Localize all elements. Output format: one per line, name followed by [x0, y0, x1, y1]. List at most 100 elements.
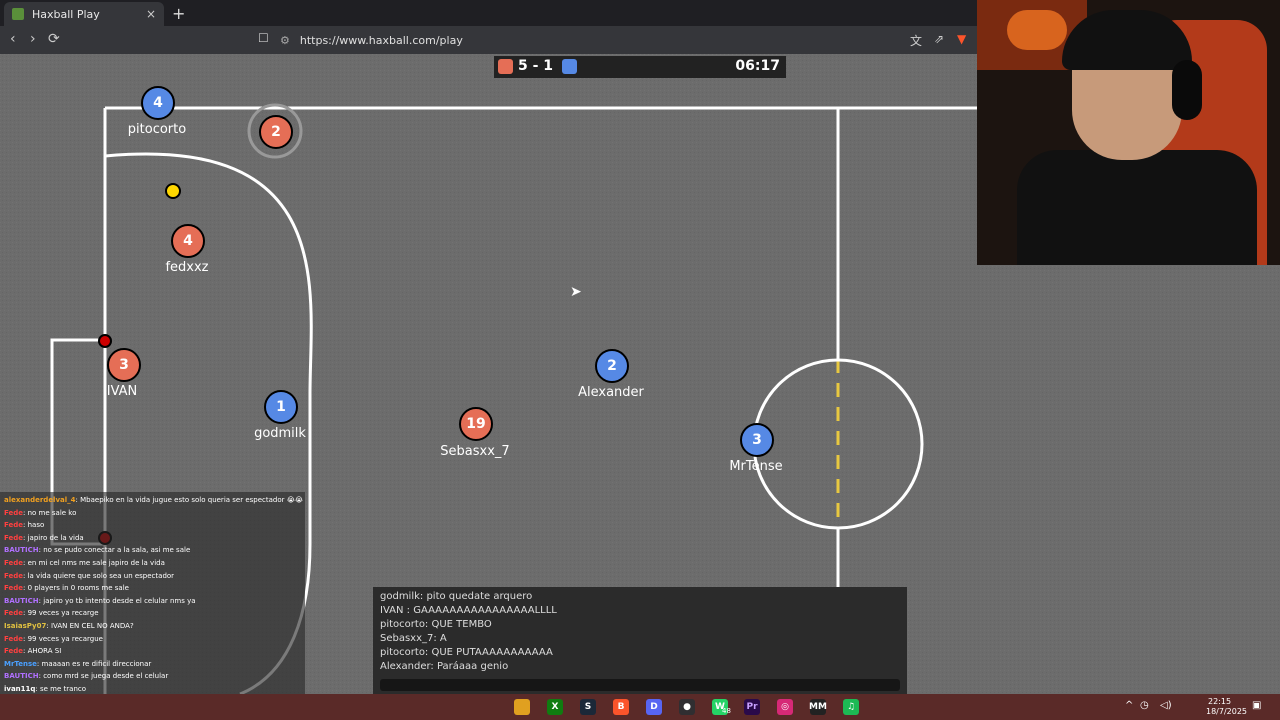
new-tab-button[interactable]: +	[172, 4, 185, 23]
chat-text: : se me tranco	[35, 685, 87, 693]
tray-chevron-icon[interactable]: ^	[1125, 700, 1133, 711]
blue-team-icon	[562, 59, 577, 74]
url-text: https://www.haxball.com/play	[299, 33, 463, 47]
stream-chat-message: Fede: haso	[4, 521, 44, 529]
chat-username: Fede	[4, 584, 24, 593]
bookmark-icon[interactable]: ☐	[258, 31, 269, 45]
stream-chat-message: Fede: AHORA SI	[4, 647, 61, 655]
stream-chat-message: Fede: 99 veces ya recarge	[4, 609, 99, 617]
taskbar: X S B D ● W 48 Pr ◎ MM ♫ ^ ◷ ◁) 22:15 18…	[0, 694, 1280, 720]
streamer-torso-image	[1017, 150, 1257, 265]
stream-chat-message: BAUTICH: japiro yo tb intento desde el c…	[4, 597, 196, 605]
chat-text: : AHORA SI	[23, 647, 62, 656]
instagram-icon[interactable]: ◎	[777, 699, 793, 715]
chat-username: BAUTICH	[4, 596, 39, 605]
chat-username: Fede	[4, 508, 24, 517]
stream-chat-message: Fede: la vida quiere que solo sea un esp…	[4, 572, 174, 580]
network-icon[interactable]: ◷	[1140, 700, 1149, 711]
stream-chat-message: BAUTICH: como mrd se juega desde el celu…	[4, 672, 168, 680]
volume-icon[interactable]: ◁)	[1160, 700, 1172, 711]
chat-text: : no me sale ko	[23, 508, 77, 517]
chat-message: godmilk: pito quedate arquero	[380, 591, 533, 602]
chat-username: ivan11q	[4, 685, 36, 693]
tab-title: Haxball Play	[32, 7, 100, 21]
whatsapp-badge: 48	[722, 707, 731, 715]
chat-input[interactable]	[380, 679, 900, 691]
share-icon[interactable]: ⇗	[934, 32, 944, 46]
chat-text: : 99 veces ya recargue	[23, 634, 103, 643]
tab-haxball[interactable]: Haxball Play ×	[4, 2, 164, 26]
goal-post	[98, 334, 112, 348]
chat-username: Fede	[4, 571, 24, 580]
game-chat-panel: godmilk: pito quedate arquero IVAN : GAA…	[373, 587, 907, 694]
steam-icon[interactable]: S	[580, 699, 596, 715]
chat-username: Fede	[4, 609, 24, 618]
player-sebasxx: 19	[459, 407, 493, 441]
brave-shield-icon[interactable]: ▼	[957, 32, 966, 46]
player-name: IVAN	[106, 384, 138, 399]
chat-username: Fede	[4, 533, 24, 542]
forward-button[interactable]: ›	[30, 31, 36, 47]
chat-text: : 99 veces ya recarge	[23, 609, 99, 618]
player-name: fedxxz	[165, 260, 209, 275]
mouse-cursor-icon: ➤	[570, 284, 582, 300]
clock[interactable]: 22:15	[1208, 697, 1231, 706]
player-mrtense: 3	[740, 423, 774, 457]
brave-icon[interactable]: B	[613, 699, 629, 715]
chat-username: BAUTICH	[4, 672, 39, 681]
mm-icon[interactable]: MM	[809, 699, 827, 715]
stream-chat-message: Fede: japiro de la vida	[4, 534, 84, 542]
ball	[165, 183, 181, 199]
player-name: MrTense	[729, 459, 783, 474]
chat-text: : la vida quiere que solo sea un especta…	[23, 571, 175, 580]
player-name: Alexander	[578, 385, 644, 400]
player-alexander: 2	[595, 349, 629, 383]
chat-username: Fede	[4, 647, 24, 656]
chat-username: IsaiasPy07	[4, 622, 47, 630]
notifications-icon[interactable]: ▣	[1252, 700, 1261, 711]
red-team-icon	[498, 59, 513, 74]
player-ivan: 3	[107, 348, 141, 382]
chat-username: BAUTICH	[4, 546, 39, 555]
file-explorer-icon[interactable]	[514, 699, 530, 715]
date[interactable]: 18/7/2025	[1206, 707, 1247, 716]
translate-icon[interactable]: 文	[910, 32, 922, 49]
chat-message: Alexander: Paráaaa genio	[380, 661, 509, 672]
chat-message: pitocorto: QUE TEMBO	[380, 619, 492, 630]
chat-text: : 0 players in 0 rooms me sale	[23, 584, 129, 593]
chat-message: Sebasxx_7: A	[380, 633, 447, 644]
stream-chat-message: alexanderdelval_4: Mbaepiko en la vida j…	[4, 496, 303, 504]
reload-button[interactable]: ⟳	[48, 31, 60, 47]
stream-chat-message: ivan11q: se me tranco	[4, 685, 86, 693]
discord-icon[interactable]: D	[646, 699, 662, 715]
stream-chat-message: Fede: en mi cel nms me sale japiro de la…	[4, 559, 165, 567]
chat-message: IVAN : GAAAAAAAAAAAAAAAALLLL	[380, 605, 557, 616]
player-red-2: 2	[259, 115, 293, 149]
fire-image	[1007, 10, 1067, 50]
spotify-icon[interactable]: ♫	[843, 699, 859, 715]
chat-username: alexanderdelval_4	[4, 496, 76, 504]
scoreboard: 5 - 1 06:17	[494, 56, 786, 78]
chat-username: MrTense	[4, 659, 37, 668]
stream-chat-message: Fede: 0 players in 0 rooms me sale	[4, 584, 129, 592]
player-name: godmilk	[254, 426, 306, 441]
haxball-favicon-icon	[12, 8, 24, 20]
tab-close-button[interactable]: ×	[146, 7, 156, 21]
chat-text: : IVAN EN CEL NO ANDA?	[46, 622, 134, 630]
stream-chat-overlay: alexanderdelval_4: Mbaepiko en la vida j…	[0, 492, 305, 718]
player-fedxxz: 4	[171, 224, 205, 258]
obs-icon[interactable]: ●	[679, 699, 695, 715]
address-bar[interactable]: ⚙ https://www.haxball.com/play	[280, 29, 980, 51]
chat-text: : como mrd se juega desde el celular	[38, 672, 169, 681]
chat-username: Fede	[4, 521, 24, 530]
chat-message: pitocorto: QUE PUTAAAAAAAAAAA	[380, 647, 553, 658]
stream-chat-message: Fede: 99 veces ya recargue	[4, 635, 103, 643]
back-button[interactable]: ‹	[10, 31, 16, 47]
player-godmilk: 1	[264, 390, 298, 424]
player-pitocorto: 4	[141, 86, 175, 120]
premiere-icon[interactable]: Pr	[744, 699, 760, 715]
xbox-icon[interactable]: X	[547, 699, 563, 715]
chat-username: Fede	[4, 559, 24, 567]
webcam-overlay	[977, 0, 1280, 265]
site-info-icon[interactable]: ⚙	[280, 34, 290, 47]
